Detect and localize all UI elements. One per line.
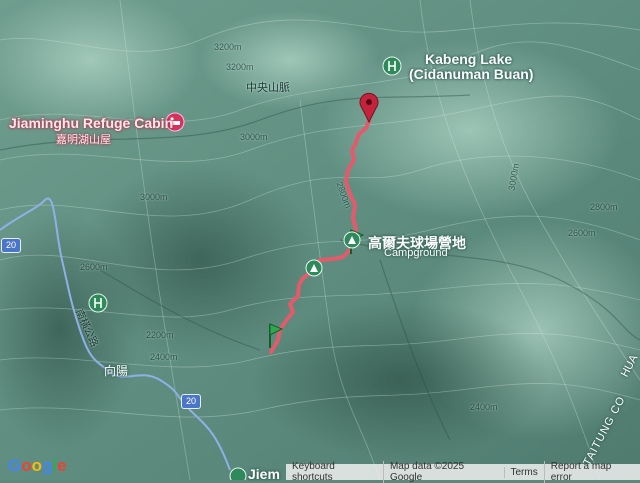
terrain-map[interactable] (0, 0, 640, 480)
xiangyang-label: 向陽 (104, 364, 129, 378)
highway-shield: 20 (1, 238, 21, 253)
contour-elevation-label: 2200m (146, 330, 174, 340)
campground-icon[interactable] (343, 231, 361, 249)
campground-icon[interactable] (305, 259, 323, 277)
campground-label[interactable]: Campground (384, 247, 448, 259)
contour-elevation-label: 2600m (80, 262, 108, 272)
poi-marker-jiem[interactable] (229, 467, 247, 480)
jiaminghu-cabin-label[interactable]: Jiaminghu Refuge Cabin (9, 115, 173, 131)
google-logo: Google (8, 456, 67, 475)
kabeng-lake-label[interactable]: Kabeng Lake (425, 51, 512, 67)
hiker-icon[interactable] (382, 56, 402, 76)
kabeng-lake-alt-label[interactable]: (Cidanuman Buan) (409, 66, 533, 82)
contour-elevation-label: 3200m (214, 42, 242, 52)
contour-elevation-label: 3200m (226, 62, 254, 72)
hiker-icon[interactable] (88, 293, 108, 313)
contour-elevation-label: 3000m (240, 132, 268, 142)
terms-link[interactable]: Terms (503, 466, 544, 478)
contour-elevation-label: 2400m (470, 402, 498, 412)
highway-shield: 20 (181, 394, 201, 409)
map-footer: Keyboard shortcuts Map data ©2025 Google… (286, 461, 640, 483)
jiaminghu-cabin-label-zh[interactable]: 嘉明湖山屋 (56, 131, 111, 147)
contour-elevation-label: 3000m (140, 192, 168, 202)
contour-elevation-label: 2400m (150, 352, 178, 362)
contour-elevation-label: 2600m (568, 228, 596, 238)
range-label: 中央山脈 (246, 82, 290, 94)
contour-elevation-label: 2800m (590, 202, 618, 212)
